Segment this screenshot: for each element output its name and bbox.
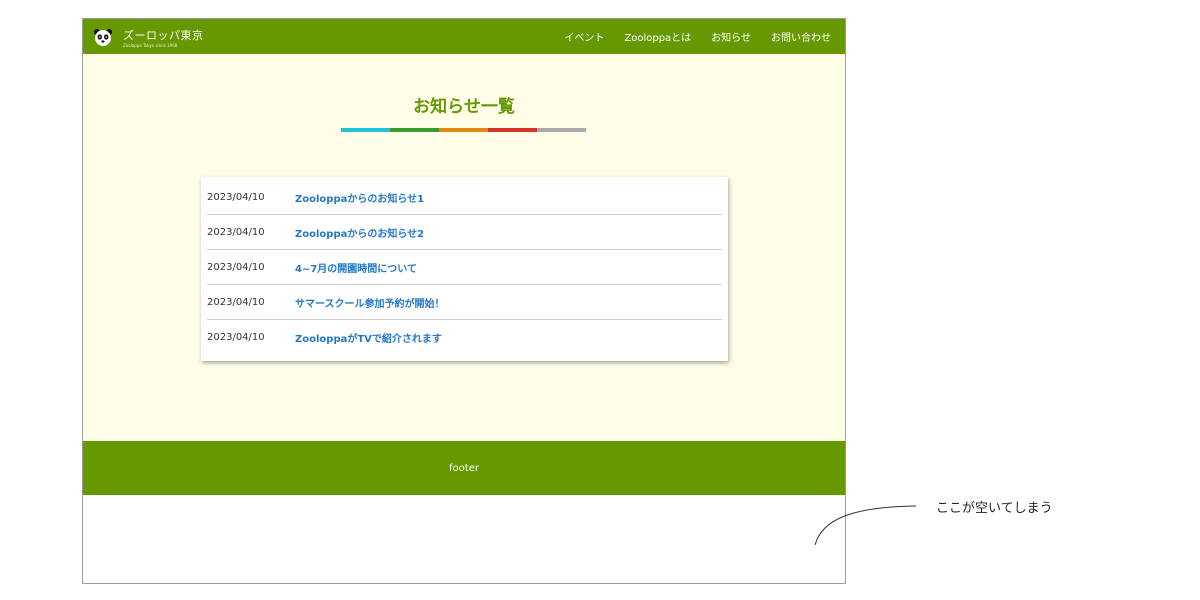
annotation-note: ここが空いてしまう: [936, 501, 1053, 516]
